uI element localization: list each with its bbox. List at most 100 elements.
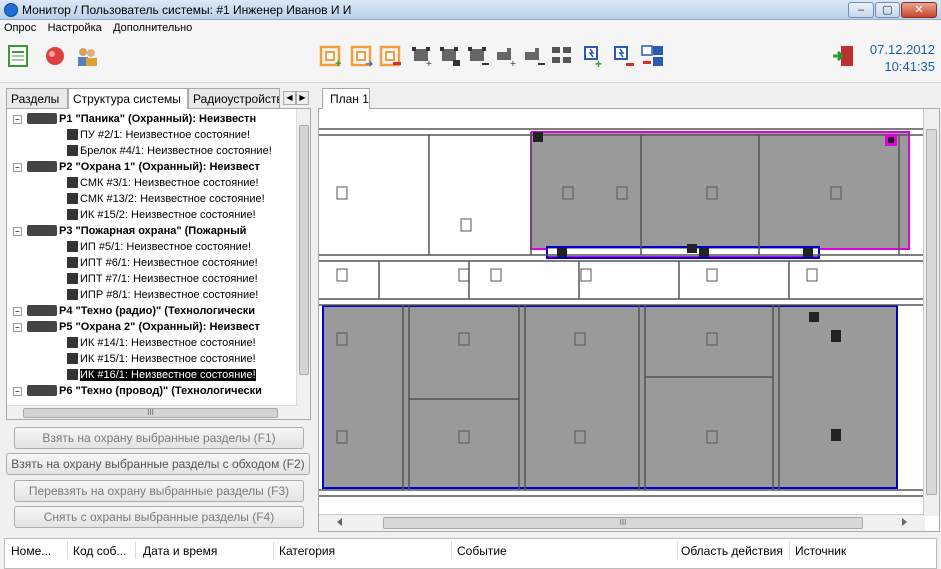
device-icon: [67, 337, 78, 348]
partition-icon: [27, 321, 57, 332]
shape-grid-icon[interactable]: [549, 44, 575, 68]
tree-partition[interactable]: – Р4 "Техно (радио)" (Технологически: [13, 304, 255, 318]
arm-selected-button[interactable]: Взять на охрану выбранные разделы (F1): [14, 427, 304, 449]
collapse-icon[interactable]: –: [13, 323, 22, 332]
close-button[interactable]: ✕: [901, 2, 937, 18]
collapse-icon[interactable]: –: [13, 387, 22, 396]
col-datetime[interactable]: Дата и время: [143, 544, 217, 558]
tree-item-label: ПУ #2/1: Неизвестное состояние!: [80, 129, 251, 141]
device-icon: [67, 257, 78, 268]
device-icon: [67, 129, 78, 140]
tree-item-label: СМК #3/1: Неизвестное состояние!: [80, 177, 259, 189]
plan-add-icon[interactable]: +: [318, 44, 344, 70]
tree-device[interactable]: ИПТ #6/1: Неизвестное состояние!: [67, 256, 258, 270]
events-table: Номе... Код соб... Дата и время Категори…: [4, 538, 937, 569]
col-category[interactable]: Категория: [279, 544, 335, 558]
tab-system-structure[interactable]: Структура системы: [68, 88, 188, 109]
tree-device[interactable]: ИК #14/1: Неизвестное состояние!: [67, 336, 256, 350]
exit-icon[interactable]: [830, 44, 856, 68]
minimize-button[interactable]: –: [848, 2, 874, 18]
collapse-icon[interactable]: –: [13, 163, 22, 172]
plan-horizontal-scrollbar[interactable]: III: [319, 514, 925, 531]
tree-device[interactable]: СМК #13/2: Неизвестное состояние!: [67, 192, 265, 206]
plan-remove-icon[interactable]: [378, 44, 404, 68]
tree-partition[interactable]: – Р5 "Охрана 2" (Охранный): Неизвест: [13, 320, 260, 334]
svg-text:+: +: [335, 58, 341, 68]
menu-bar: Опрос Настройка Дополнительно: [0, 20, 941, 37]
device-icon: [67, 353, 78, 364]
col-scope[interactable]: Область действия: [681, 544, 783, 558]
plan-vertical-scrollbar[interactable]: [923, 109, 939, 516]
col-number[interactable]: Номе...: [11, 544, 51, 558]
device-icon: [67, 177, 78, 188]
rearm-selected-button[interactable]: Перевзять на охрану выбранные разделы (F…: [14, 480, 304, 502]
svg-text:+: +: [595, 57, 602, 68]
alarm-icon[interactable]: [42, 44, 68, 68]
tree-device[interactable]: ИПТ #7/1: Неизвестное состояние!: [67, 272, 258, 286]
tree-device[interactable]: ПУ #2/1: Неизвестное состояние!: [67, 128, 250, 142]
tree-partition[interactable]: – Р3 "Пожарная охрана" (Пожарный: [13, 224, 247, 238]
collapse-icon[interactable]: –: [13, 307, 22, 316]
tree-device[interactable]: ИК #16/1: Неизвестное состояние!: [67, 368, 256, 382]
clock: 07.12.2012 10:41:35: [870, 41, 935, 75]
partition-icon: [27, 113, 57, 124]
zone-add-icon[interactable]: +: [409, 44, 435, 70]
device-remove-icon[interactable]: [611, 44, 637, 68]
device-icon: [67, 209, 78, 220]
toolbar: + ➜ + + + 07.12.2012 10:41:35: [0, 37, 941, 83]
tree-item-label: ИК #15/2: Неизвестное состояние!: [80, 209, 256, 221]
tree-partition[interactable]: – Р6 "Техно (провод)" (Технологически: [13, 384, 262, 398]
tree-device[interactable]: ИК #15/2: Неизвестное состояние!: [67, 208, 256, 222]
tab-plan-1[interactable]: План 1: [322, 88, 370, 109]
menu-extra[interactable]: Дополнительно: [109, 20, 196, 34]
tree-item-label: ИП #5/1: Неизвестное состояние!: [80, 241, 252, 253]
tree-device[interactable]: СМК #3/1: Неизвестное состояние!: [67, 176, 259, 190]
menu-settings[interactable]: Настройка: [44, 20, 106, 34]
col-event[interactable]: Событие: [457, 544, 507, 558]
tree-item-label: ИК #16/1: Неизвестное состояние!: [80, 369, 256, 381]
tree-item-label: Р3 "Пожарная охрана" (Пожарный: [59, 225, 247, 237]
device-group-icon[interactable]: [640, 44, 666, 68]
arm-with-bypass-button[interactable]: Взять на охрану выбранные разделы с обхо…: [6, 453, 310, 475]
tree-partition[interactable]: – Р2 "Охрана 1" (Охранный): Неизвест: [13, 160, 260, 174]
tree-horizontal-scrollbar[interactable]: III: [7, 405, 298, 419]
menu-poll[interactable]: Опрос: [0, 20, 40, 34]
tab-scroll-right-icon[interactable]: ▶: [296, 91, 309, 105]
disarm-selected-button[interactable]: Снять с охраны выбранные разделы (F4): [14, 506, 304, 528]
maximize-button[interactable]: ▢: [875, 2, 900, 18]
tree-device[interactable]: ИП #5/1: Неизвестное состояние!: [67, 240, 251, 254]
shape-remove-icon[interactable]: [521, 44, 547, 68]
tree-device[interactable]: ИК #15/1: Неизвестное состояние!: [67, 352, 256, 366]
collapse-icon[interactable]: –: [13, 227, 22, 236]
tree-item-label: Р1 "Паника" (Охранный): Неизвестн: [59, 113, 257, 125]
device-icon: [67, 289, 78, 300]
tab-radio-devices[interactable]: Радиоустройства: [188, 88, 280, 108]
current-time: 10:41:35: [884, 59, 935, 74]
col-source[interactable]: Источник: [795, 544, 846, 558]
plan-move-icon[interactable]: ➜: [349, 44, 375, 70]
zone-save-icon[interactable]: [437, 44, 463, 68]
tree-device[interactable]: Брелок #4/1: Неизвестное состояние!: [67, 144, 272, 158]
collapse-icon[interactable]: –: [13, 115, 22, 124]
device-add-icon[interactable]: +: [581, 44, 607, 71]
device-icon: [67, 193, 78, 204]
tree-item-label: Р4 "Техно (радио)" (Технологически: [59, 305, 255, 317]
col-event-code[interactable]: Код соб...: [73, 544, 126, 558]
zone-remove-icon[interactable]: [465, 44, 491, 68]
tab-scroll-left-icon[interactable]: ◀: [283, 91, 296, 105]
left-tabs: Разделы Структура системы Радиоустройств…: [6, 88, 311, 109]
device-icon: [67, 145, 78, 156]
notes-icon[interactable]: [6, 44, 32, 68]
window-title: Монитор / Пользователь системы: #1 Инжен…: [22, 3, 352, 17]
tree-item-label: ИК #15/1: Неизвестное состояние!: [80, 353, 256, 365]
shape-add-icon[interactable]: +: [493, 44, 519, 70]
tree-device[interactable]: ИПР #8/1: Неизвестное состояние!: [67, 288, 258, 302]
tree-vertical-scrollbar[interactable]: [296, 109, 310, 419]
floor-plan[interactable]: III: [318, 108, 940, 532]
tab-sections[interactable]: Разделы: [6, 88, 68, 108]
tree-partition[interactable]: – Р1 "Паника" (Охранный): Неизвестн: [13, 112, 257, 126]
tree-item-label: Р2 "Охрана 1" (Охранный): Неизвест: [59, 161, 260, 173]
tree-item-label: ИПР #8/1: Неизвестное состояние!: [80, 289, 259, 301]
current-date: 07.12.2012: [869, 42, 935, 57]
users-icon[interactable]: [74, 44, 100, 68]
